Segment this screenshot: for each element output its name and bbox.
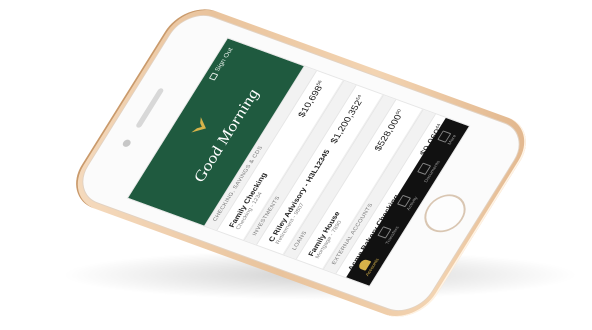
sign-out-label: Sign Out: [214, 47, 235, 73]
stage: Sign Out Good Morning CHECKING, SAVINGS …: [0, 0, 592, 330]
brand-logo-icon: [191, 117, 206, 133]
balance-cents: 56: [315, 79, 324, 87]
balance-cents: 00: [394, 108, 403, 116]
lock-icon: [208, 72, 219, 81]
app-screen: Sign Out Good Morning CHECKING, SAVINGS …: [126, 37, 471, 287]
camera-icon: [121, 138, 133, 148]
balance-cents: 54: [355, 94, 364, 101]
sign-out-button[interactable]: Sign Out: [208, 47, 235, 81]
speaker-grille: [135, 87, 165, 129]
